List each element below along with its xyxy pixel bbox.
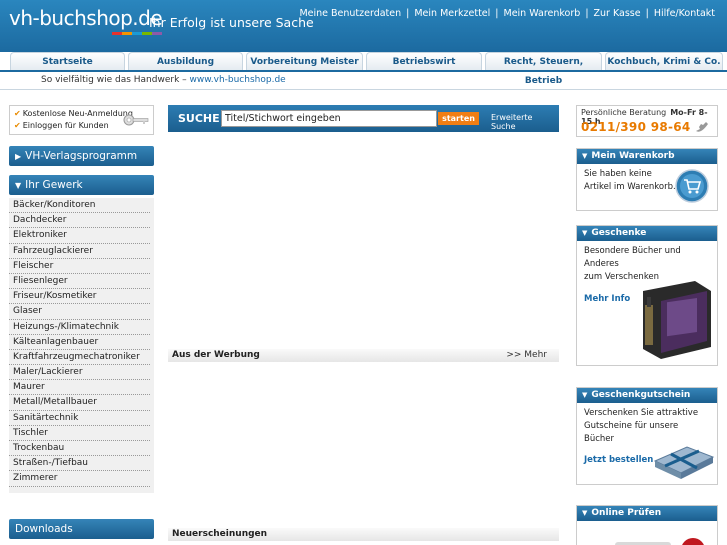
check-icon: ✔ xyxy=(14,109,21,118)
tab-startseite[interactable]: Startseite xyxy=(10,52,125,71)
gewerk-item[interactable]: Zimmerer xyxy=(9,471,150,487)
triangle-down-icon: ▼ xyxy=(582,229,588,237)
section-werbung: Aus der Werbung >> Mehr xyxy=(168,349,559,362)
topnav-kasse[interactable]: Zur Kasse xyxy=(594,8,641,19)
topnav-separator: | xyxy=(495,8,499,19)
gift-voucher-image xyxy=(653,446,715,479)
gewerk-item[interactable]: Glaser xyxy=(9,304,150,320)
section-neuerscheinungen-title: Neuerscheinungen xyxy=(172,529,268,539)
top-navigation: Meine Benutzerdaten | Mein Merkzettel | … xyxy=(299,8,715,19)
key-icon xyxy=(123,114,149,126)
gewerk-item[interactable]: Trockenbau xyxy=(9,441,150,457)
register-label: Kostenlose Neu-Anmeldung xyxy=(22,109,133,118)
tab-recht-steuern[interactable]: Recht, Steuern, Betrieb xyxy=(485,52,602,86)
triangle-down-icon: ▼ xyxy=(582,509,588,517)
triangle-down-icon: ▼ xyxy=(582,152,588,160)
gewerk-item[interactable]: Kraftfahrzeugmechatroniker xyxy=(9,350,150,366)
triangle-down-icon: ▼ xyxy=(582,391,588,399)
gutschein-body: Verschenken Sie attraktive Gutscheine fü… xyxy=(577,403,717,479)
gutschein-header[interactable]: ▼ Geschenkgutschein xyxy=(577,388,717,403)
advanced-search-link[interactable]: Erweiterte Suche xyxy=(491,113,559,131)
geschenke-title: Geschenke xyxy=(591,228,647,238)
online-pruefen-title: Online Prüfen xyxy=(591,508,662,518)
nav-verlagsprogramm-label: VH-Verlagsprogramm xyxy=(25,150,138,162)
tagline: So vielfältig wie das Handwerk – www.vh-… xyxy=(41,75,286,85)
beratung-phone: 0211/390 98-64 xyxy=(581,120,691,134)
beratung-text: Persönliche Beratung xyxy=(581,108,667,117)
nav-ihr-gewerk-label: Ihr Gewerk xyxy=(25,179,83,191)
gewerk-item[interactable]: Straßen-/Tiefbau xyxy=(9,456,150,472)
topnav-benutzerdaten[interactable]: Meine Benutzerdaten xyxy=(299,8,401,19)
shopping-cart-icon[interactable] xyxy=(675,169,709,203)
logo-color-bar xyxy=(112,32,162,35)
online-pruefen-header[interactable]: ▼ Online Prüfen xyxy=(577,506,717,521)
beratung-box: Persönliche Beratung Mo-Fr 8-15 h 0211/39… xyxy=(576,105,718,137)
gewerk-item[interactable]: Dachdecker xyxy=(9,213,150,229)
gewerk-item[interactable]: Bäcker/Konditoren xyxy=(9,198,150,214)
topnav-warenkorb[interactable]: Mein Warenkorb xyxy=(504,8,581,19)
tab-ausbildung[interactable]: Ausbildung xyxy=(128,52,243,71)
gewerk-item[interactable]: Elektroniker xyxy=(9,228,150,244)
gift-box-image xyxy=(643,281,711,359)
geschenke-text: Besondere Bücher und Anderes xyxy=(584,246,681,269)
nav-verlagsprogramm[interactable]: ▶ VH-Verlagsprogramm xyxy=(9,146,154,166)
telephone-icon xyxy=(696,122,708,132)
gewerk-item[interactable]: Kälteanlagenbauer xyxy=(9,335,150,350)
topnav-separator: | xyxy=(406,8,410,19)
gutschein-box: ▼ Geschenkgutschein Verschenken Sie attra… xyxy=(576,387,718,485)
site-header: vh-buchshop.de Ihr Erfolg ist unsere Sac… xyxy=(0,0,727,52)
topnav-separator: | xyxy=(585,8,589,19)
tab-vorbereitung-meister[interactable]: Vorbereitung Meister xyxy=(246,52,363,71)
tagline-link[interactable]: www.vh-buchshop.de xyxy=(190,75,286,85)
search-start-button[interactable]: starten xyxy=(438,112,479,125)
warenkorb-body: Sie haben keine Artikel im Warenkorb. xyxy=(577,164,717,203)
gewerk-item[interactable]: Fahrzeuglackierer xyxy=(9,244,150,259)
warenkorb-header[interactable]: ▼ Mein Warenkorb xyxy=(577,149,717,164)
topnav-separator: | xyxy=(645,8,649,19)
more-link[interactable]: >> Mehr xyxy=(506,349,547,362)
site-logo[interactable]: vh-buchshop.de xyxy=(9,6,163,30)
online-pruefen-image xyxy=(615,538,704,545)
nav-ihr-gewerk[interactable]: ▼ Ihr Gewerk xyxy=(9,175,154,195)
search-bar: SUCHE starten Erweiterte Suche xyxy=(168,105,559,132)
geschenke-body: Besondere Bücher und Anderes zum Versche… xyxy=(577,241,717,359)
section-werbung-title: Aus der Werbung xyxy=(172,350,260,360)
triangle-right-icon: ▶ xyxy=(15,152,22,161)
gewerk-list: Bäcker/Konditoren Dachdecker Elektroniker F… xyxy=(9,198,154,493)
geschenke-header[interactable]: ▼ Geschenke xyxy=(577,226,717,241)
gewerk-item[interactable]: Fleischer xyxy=(9,259,150,274)
warenkorb-box: ▼ Mein Warenkorb Sie haben keine Artikel … xyxy=(576,148,718,211)
tagline-text: So vielfältig wie das Handwerk – xyxy=(41,75,190,85)
gewerk-item[interactable]: Maler/Lackierer xyxy=(9,365,150,381)
gewerk-item[interactable]: Friseur/Kosmetiker xyxy=(9,289,150,305)
nav-downloads-label: Downloads xyxy=(15,523,73,535)
gewerk-item[interactable]: Tischler xyxy=(9,426,150,441)
gutschein-title: Geschenkgutschein xyxy=(591,390,691,400)
warenkorb-title: Mein Warenkorb xyxy=(591,151,675,161)
geschenke-box: ▼ Geschenke Besondere Bücher und Anderes … xyxy=(576,225,718,366)
gewerk-item[interactable]: Sanitärtechnik xyxy=(9,411,150,426)
check-icon: ✔ xyxy=(14,121,21,130)
tab-kochbuch-krimi[interactable]: Kochbuch, Krimi & Co. xyxy=(605,52,723,71)
tab-betriebswirt[interactable]: Betriebswirt xyxy=(366,52,482,71)
gewerk-item[interactable]: Heizungs-/Klimatechnik xyxy=(9,320,150,335)
gewerk-item[interactable]: Metall/Metallbauer xyxy=(9,395,150,411)
main-tabs: Startseite Ausbildung Vorbereitung Meist… xyxy=(10,52,727,86)
gewerk-item[interactable]: Maurer xyxy=(9,380,150,396)
nav-downloads[interactable]: Downloads xyxy=(9,519,154,539)
section-neuerscheinungen: Neuerscheinungen xyxy=(168,528,559,541)
gutschein-text: Verschenken Sie attraktive xyxy=(584,408,699,418)
triangle-down-icon: ▼ xyxy=(15,181,22,190)
tagline-bar: So vielfältig wie das Handwerk – www.vh-… xyxy=(0,72,727,90)
login-box: ✔ Kostenlose Neu-Anmeldung ✔ Einloggen für… xyxy=(9,105,154,135)
slogan: Ihr Erfolg ist unsere Sache xyxy=(149,15,314,30)
gewerk-item[interactable]: Fliesenleger xyxy=(9,274,150,290)
topnav-hilfe[interactable]: Hilfe/Kontakt xyxy=(654,8,715,19)
search-label: SUCHE xyxy=(178,112,220,125)
online-pruefen-box: ▼ Online Prüfen xyxy=(576,505,718,545)
topnav-merkzettel[interactable]: Mein Merkzettel xyxy=(414,8,490,19)
search-input[interactable] xyxy=(221,110,437,127)
login-label: Einloggen für Kunden xyxy=(22,121,109,130)
